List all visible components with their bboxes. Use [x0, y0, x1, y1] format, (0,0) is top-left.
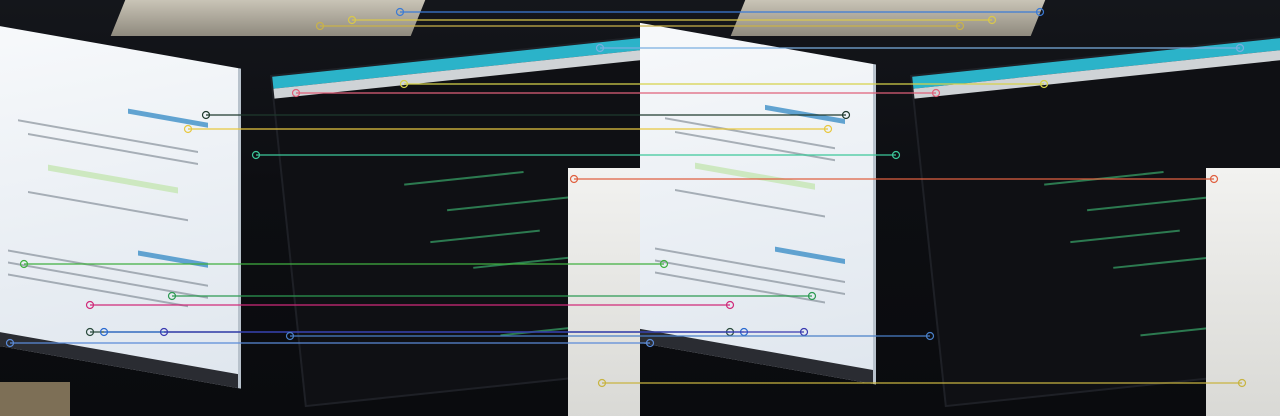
stereo-image-pair [0, 0, 1280, 416]
feature-match-overlay [5, 7, 1247, 388]
